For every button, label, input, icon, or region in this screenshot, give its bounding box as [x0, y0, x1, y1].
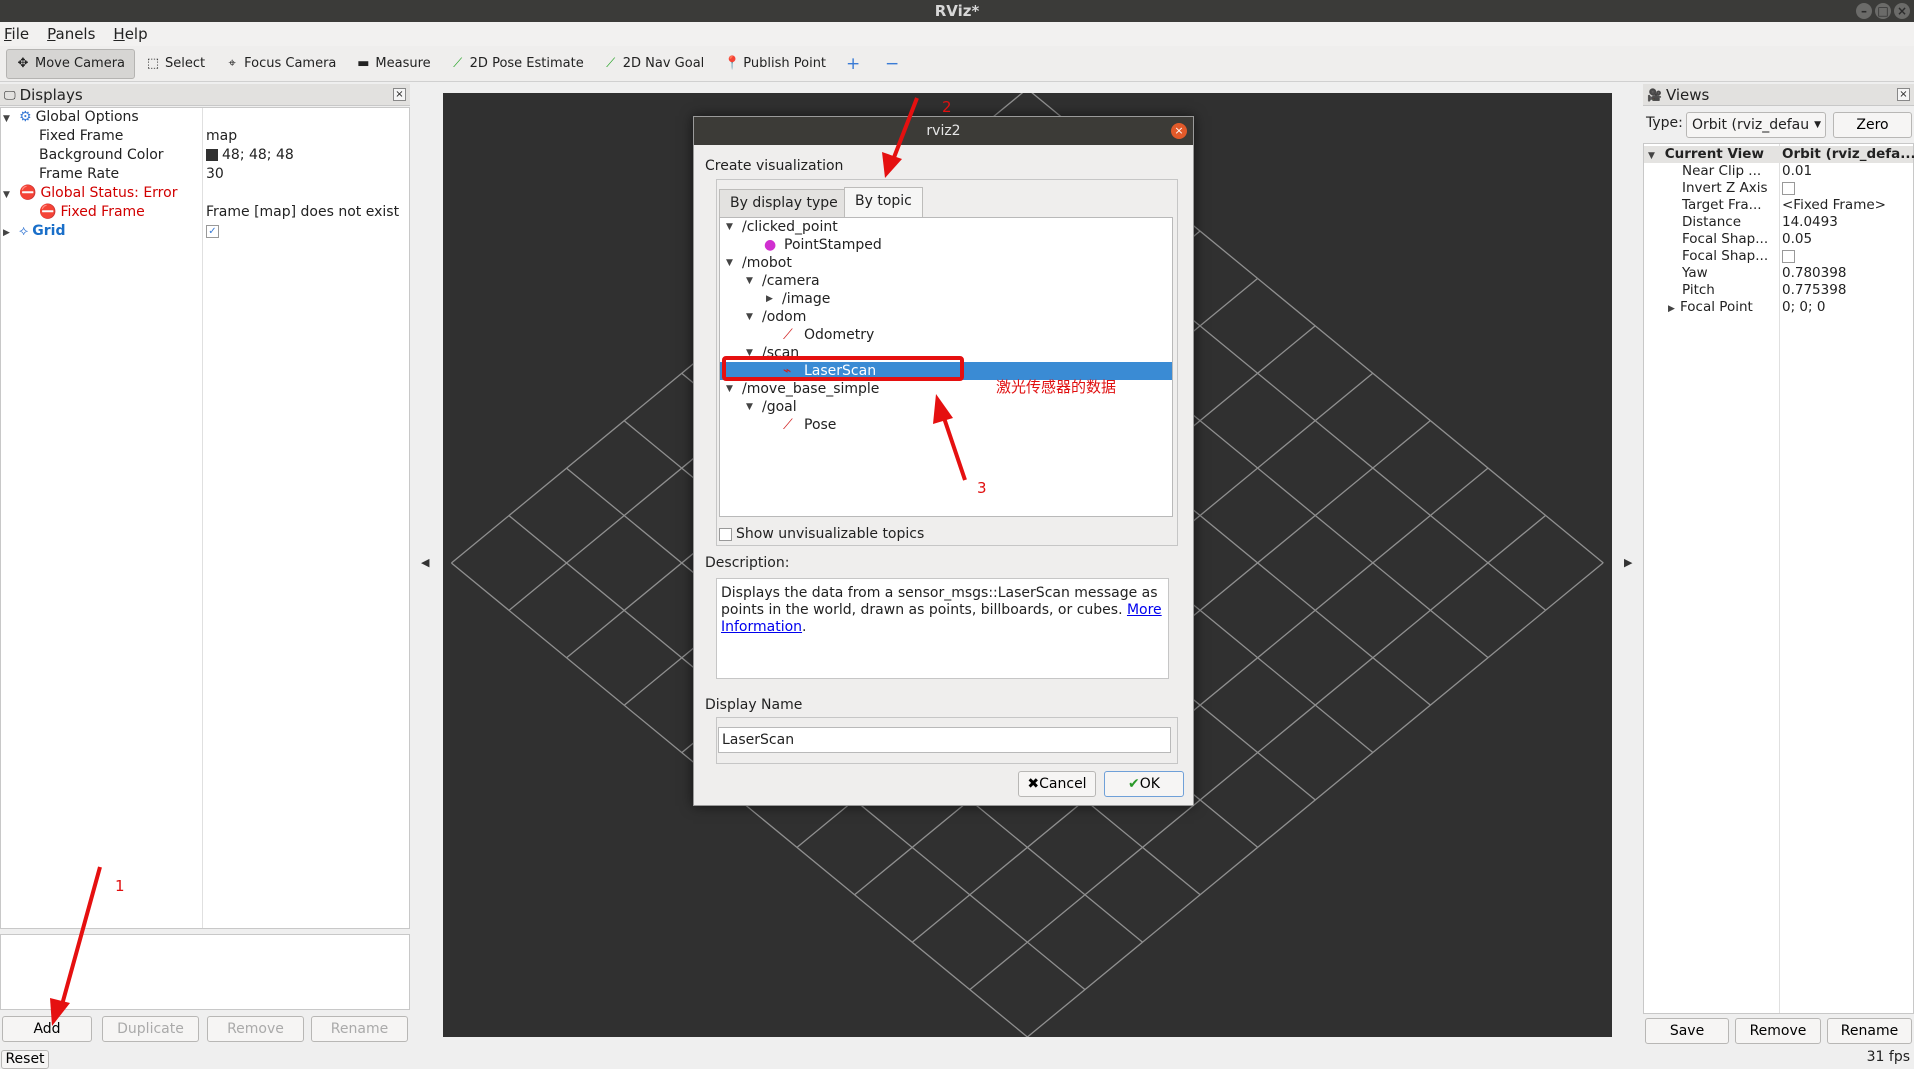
annotation-overlay [50, 97, 967, 1026]
annotation-laser-note: 激光传感器的数据 [996, 378, 1117, 396]
annotation-step-1: 1 [115, 877, 125, 895]
annotation-step-2: 2 [942, 98, 952, 116]
annotation-step-3: 3 [977, 479, 987, 497]
